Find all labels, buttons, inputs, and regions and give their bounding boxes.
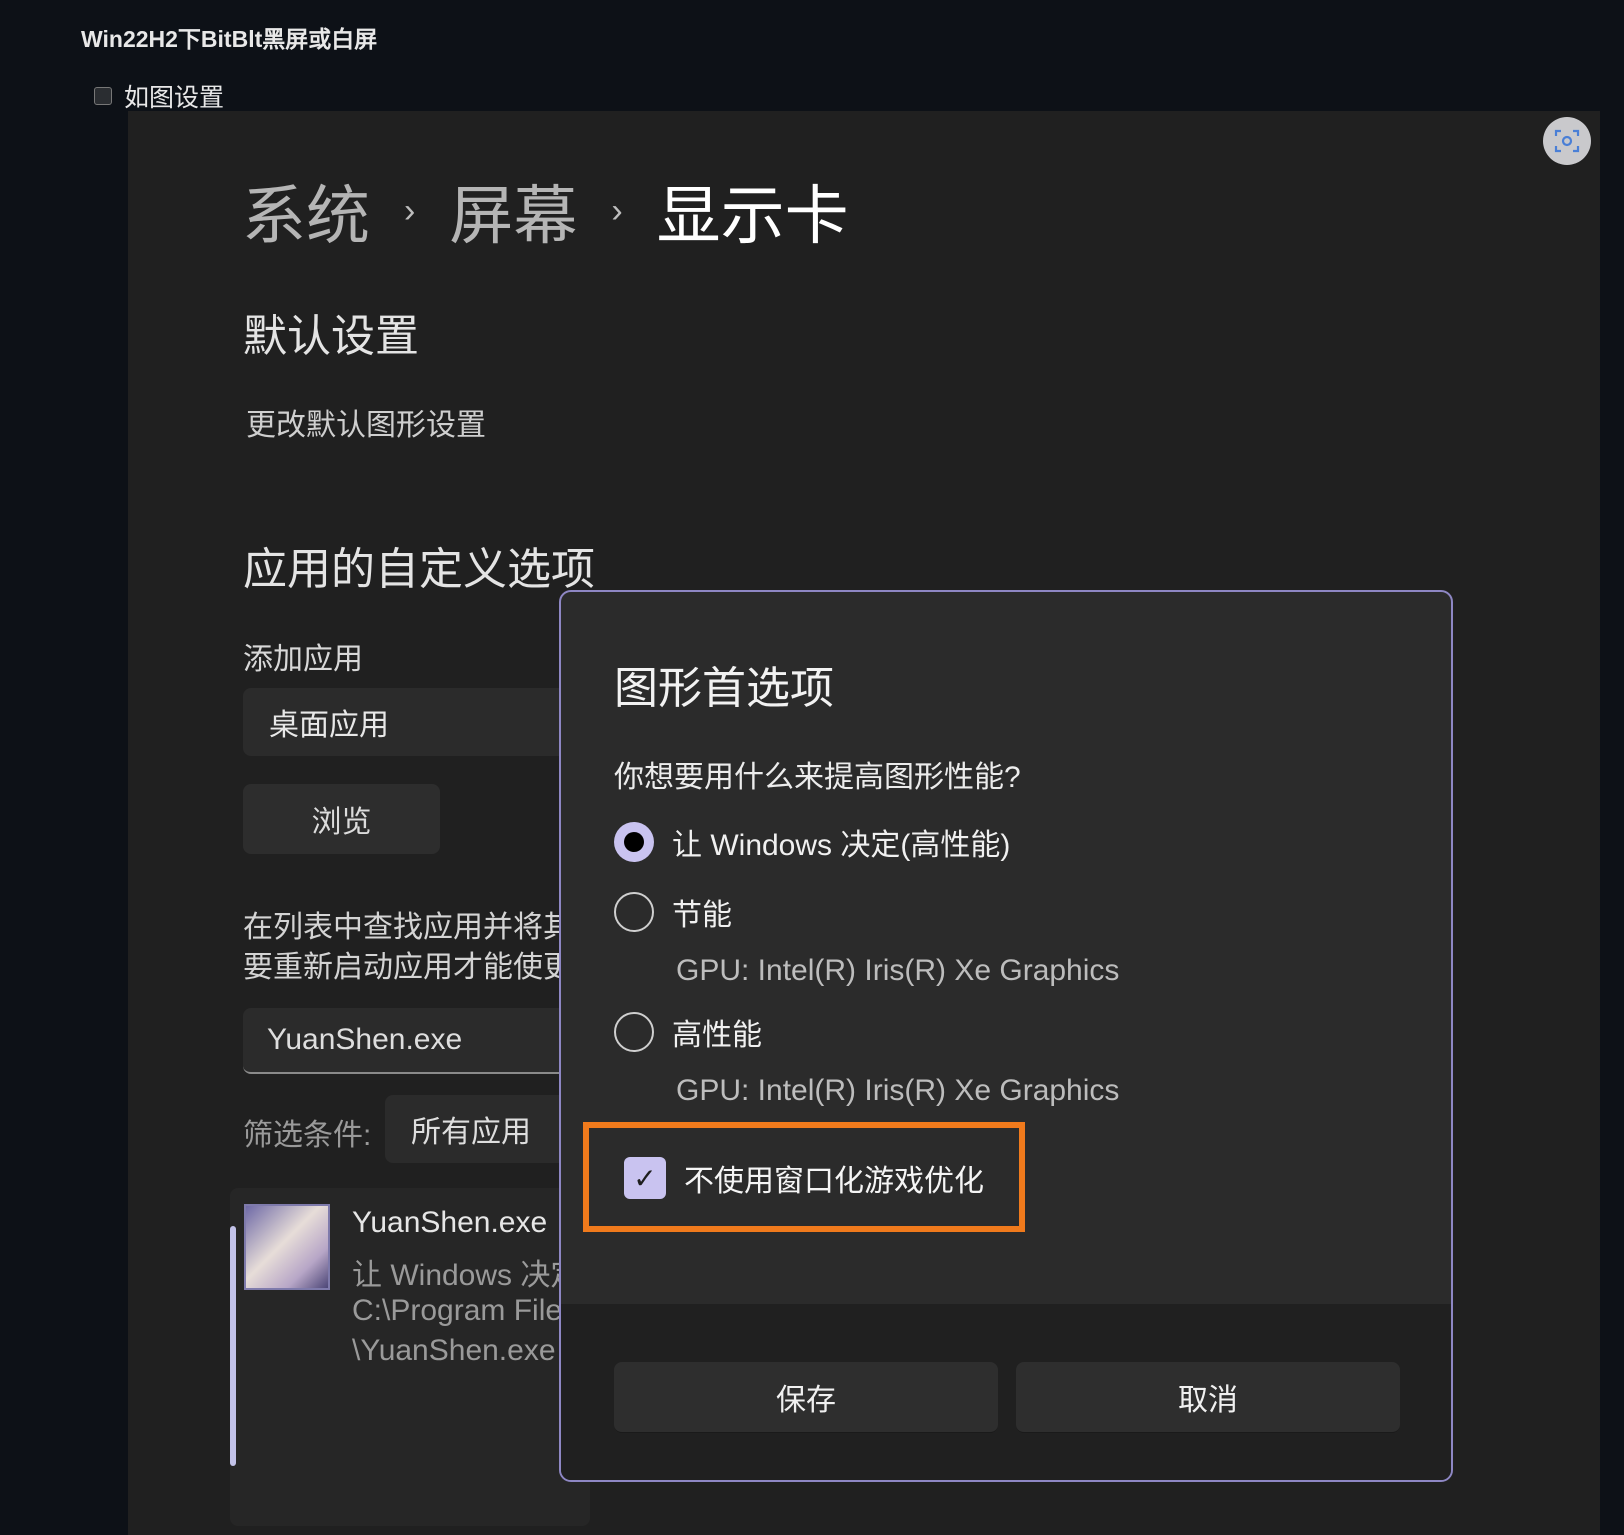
add-app-label: 添加应用 (243, 643, 363, 676)
filter-value: 所有应用 (411, 1116, 531, 1149)
app-preference: 让 Windows 决定 (352, 1259, 581, 1292)
filter-dropdown[interactable]: 所有应用 (385, 1095, 585, 1163)
scan-icon (1554, 129, 1580, 153)
high-performance-gpu: GPU: Intel(R) Iris(R) Xe Graphics (676, 1074, 1120, 1107)
find-app-line-2: 要重新启动应用才能使更 (243, 951, 563, 984)
radio-let-windows-decide[interactable]: 让 Windows 决定(高性能) (614, 820, 1010, 864)
breadcrumb-display[interactable]: 屏幕 (449, 165, 577, 257)
checkbox-label: 不使用窗口化游戏优化 (684, 1165, 984, 1198)
app-path-line-1: C:\Program Files (352, 1294, 578, 1327)
graphics-preference-dialog: 图形首选项 你想要用什么来提高图形性能? 让 Windows 决定(高性能) 节… (559, 590, 1453, 1482)
cancel-button[interactable]: 取消 (1016, 1362, 1400, 1433)
dialog-title: 图形首选项 (614, 664, 834, 713)
app-path-line-2: \YuanShen.exe (352, 1334, 556, 1367)
radio-empty-icon (614, 1012, 654, 1052)
chevron-right-icon: › (611, 191, 623, 230)
app-search-input[interactable]: YuanShen.exe (243, 1008, 573, 1074)
app-type-dropdown[interactable]: 桌面应用 (243, 688, 573, 756)
app-name: YuanShen.exe (352, 1206, 548, 1239)
radio-label: 节能 (672, 899, 732, 932)
selection-indicator (230, 1226, 236, 1466)
app-icon (244, 1204, 330, 1290)
save-button[interactable]: 保存 (614, 1362, 998, 1433)
screenshot-scan-button[interactable] (1543, 117, 1591, 165)
chevron-right-icon: › (404, 191, 416, 230)
find-app-description: 在列表中查找应用并将其 要重新启动应用才能使更 (243, 908, 563, 988)
app-search-value: YuanShen.exe (267, 1023, 463, 1056)
breadcrumb-graphics: 显示卡 (656, 180, 849, 252)
radio-high-performance[interactable]: 高性能 (614, 1010, 762, 1054)
task-label: 如图设置 (124, 84, 225, 112)
app-list-item[interactable]: YuanShen.exe 让 Windows 决定 C:\Program Fil… (230, 1188, 590, 1526)
custom-options-heading: 应用的自定义选项 (243, 545, 595, 594)
power-saving-gpu: GPU: Intel(R) Iris(R) Xe Graphics (676, 954, 1120, 987)
post-title: Win22H2下BitBlt黑屏或白屏 (81, 26, 378, 52)
app-type-value: 桌面应用 (269, 709, 389, 742)
filter-label: 筛选条件: (243, 1119, 372, 1152)
radio-empty-icon (614, 892, 654, 932)
browse-button[interactable]: 浏览 (243, 784, 440, 854)
radio-label: 高性能 (672, 1019, 762, 1052)
radio-label: 让 Windows 决定(高性能) (672, 829, 1011, 862)
radio-selected-icon (614, 822, 654, 862)
breadcrumb: 系统 › 屏幕 › 显示卡 (242, 165, 849, 257)
default-settings-heading: 默认设置 (243, 312, 419, 361)
task-list-item[interactable]: 如图设置 (94, 78, 224, 114)
dialog-question: 你想要用什么来提高图形性能? (614, 761, 1021, 794)
windowed-game-optimization-checkbox[interactable]: ✓ 不使用窗口化游戏优化 (624, 1156, 984, 1200)
checkmark-icon: ✓ (624, 1157, 666, 1199)
find-app-line-1: 在列表中查找应用并将其 (243, 911, 563, 944)
change-default-graphics-link[interactable]: 更改默认图形设置 (246, 400, 486, 444)
radio-power-saving[interactable]: 节能 (614, 890, 732, 934)
task-checkbox[interactable] (94, 87, 112, 105)
breadcrumb-system[interactable]: 系统 (242, 165, 370, 257)
